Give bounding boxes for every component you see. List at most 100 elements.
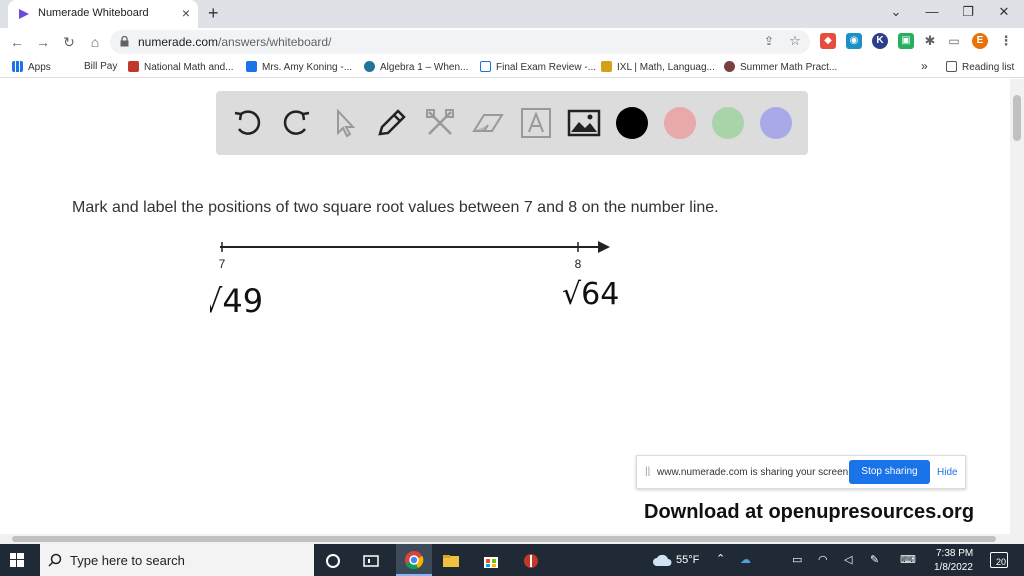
- undo-icon[interactable]: [230, 105, 266, 141]
- reading-list-button[interactable]: Reading list: [946, 61, 1014, 73]
- keyboard-icon[interactable]: ⌨: [900, 553, 916, 566]
- clock-date[interactable]: 1/8/2022: [934, 562, 973, 573]
- browser-title-bar: Numerade Whiteboard × + ⌄ — ❐ ✕: [0, 0, 1024, 28]
- drag-handle-icon[interactable]: ||: [645, 466, 650, 477]
- extension-k-icon[interactable]: K: [872, 33, 888, 49]
- address-bar[interactable]: numerade.com/answers/whiteboard/ ⇪ ☆: [110, 30, 810, 54]
- bookmark-summer-math[interactable]: Summer Math Pract...: [724, 61, 837, 73]
- vertical-scroll-thumb[interactable]: [1013, 95, 1021, 141]
- app-pinned-icon[interactable]: [522, 552, 540, 570]
- bookmarks-bar: Apps Bill Pay National Math and... Mrs. …: [0, 56, 1024, 78]
- window-close-icon[interactable]: ✕: [994, 4, 1014, 20]
- menu-kebab-icon[interactable]: ⋮: [998, 33, 1014, 49]
- extensions-puzzle-icon[interactable]: ✱: [922, 33, 938, 49]
- weather-cloud-icon[interactable]: [652, 553, 672, 567]
- horizontal-scroll-thumb[interactable]: [12, 536, 996, 542]
- bookmark-star-icon[interactable]: ☆: [786, 33, 804, 49]
- notifications-button[interactable]: 20: [990, 552, 1008, 568]
- tools-icon[interactable]: [422, 105, 458, 141]
- tick-label-8: 8: [575, 257, 582, 271]
- calendar-icon: [246, 61, 257, 72]
- bookmark-amy-koning[interactable]: Mrs. Amy Koning -...: [246, 61, 352, 73]
- battery-icon[interactable]: ▭: [792, 553, 802, 566]
- hide-button[interactable]: Hide: [937, 467, 958, 478]
- restore-icon[interactable]: ❐: [958, 4, 978, 20]
- reading-list-icon: [946, 61, 957, 72]
- onedrive-icon[interactable]: ☁: [740, 553, 751, 566]
- tab-search-icon[interactable]: ⌄: [886, 4, 906, 20]
- color-pink-swatch[interactable]: [664, 107, 696, 139]
- question-text: Mark and label the positions of two squa…: [72, 199, 719, 216]
- tab-close-icon[interactable]: ×: [182, 5, 190, 21]
- whiteboard-page[interactable]: Mark and label the positions of two squa…: [0, 79, 1010, 534]
- store-icon[interactable]: [482, 552, 500, 570]
- tick-label-7: 7: [219, 257, 226, 271]
- tab-title: Numerade Whiteboard: [38, 7, 149, 19]
- bookmark-algebra-1[interactable]: Algebra 1 – When...: [364, 61, 468, 73]
- tray-chevron-icon[interactable]: ⌃: [716, 552, 725, 565]
- lock-icon: [120, 36, 129, 47]
- apps-grid-icon: [12, 61, 23, 72]
- minimize-icon[interactable]: —: [922, 4, 942, 19]
- ixl-icon: [601, 61, 612, 72]
- back-arrow-icon[interactable]: ←: [8, 34, 26, 50]
- handwritten-sqrt-64: √64: [562, 277, 619, 312]
- search-icon: [48, 553, 62, 567]
- chrome-icon: [405, 551, 424, 570]
- clock-time[interactable]: 7:38 PM: [936, 548, 973, 559]
- download-banner: Download at openupresources.org: [644, 501, 975, 523]
- browser-tab[interactable]: Numerade Whiteboard ×: [8, 0, 198, 28]
- redo-icon[interactable]: [278, 105, 314, 141]
- pen-icon[interactable]: [374, 105, 410, 141]
- extension-green-icon[interactable]: ▣: [898, 33, 914, 49]
- text-tool-icon[interactable]: [518, 105, 554, 141]
- forward-arrow-icon[interactable]: →: [34, 34, 52, 50]
- bookmark-apps[interactable]: Apps: [12, 61, 51, 73]
- color-green-swatch[interactable]: [712, 107, 744, 139]
- task-view-icon[interactable]: [362, 552, 380, 570]
- bookmark-final-exam[interactable]: Final Exam Review -...: [480, 61, 596, 73]
- cortana-icon[interactable]: [324, 552, 342, 570]
- stop-sharing-button[interactable]: Stop sharing: [849, 460, 930, 484]
- browser-toolbar: ← → ↻ ⌂ numerade.com/answers/whiteboard/…: [0, 28, 1024, 56]
- numerade-favicon-icon: [19, 9, 29, 19]
- taskbar-search-box[interactable]: Type here to search: [40, 544, 314, 576]
- volume-icon[interactable]: ◁: [844, 553, 852, 566]
- number-line-arrow-icon: [598, 241, 610, 253]
- wordpress-icon: [364, 61, 375, 72]
- cast-icon[interactable]: ▭: [946, 33, 962, 49]
- color-lavender-swatch[interactable]: [760, 107, 792, 139]
- handwritten-sqrt-49: √49: [210, 282, 263, 320]
- new-tab-button[interactable]: +: [208, 3, 219, 24]
- bookmark-national-math[interactable]: National Math and...: [128, 61, 234, 73]
- horizontal-scrollbar[interactable]: [0, 534, 1024, 544]
- pointer-icon[interactable]: [326, 105, 362, 141]
- extension-red-icon[interactable]: ◆: [820, 33, 836, 49]
- home-icon[interactable]: ⌂: [86, 34, 104, 50]
- bookmark-bill-pay[interactable]: Bill Pay: [84, 61, 117, 72]
- eraser-icon[interactable]: [470, 105, 506, 141]
- color-black-swatch[interactable]: [616, 107, 648, 139]
- pen-workspace-icon[interactable]: ✎: [870, 553, 879, 566]
- bookmarks-overflow-icon[interactable]: »: [921, 59, 928, 73]
- number-line: 7 8 √49 √64: [210, 241, 619, 320]
- profile-avatar[interactable]: E: [972, 33, 988, 49]
- chrome-taskbar-button[interactable]: [396, 544, 432, 576]
- share-icon[interactable]: ⇪: [760, 34, 778, 48]
- reload-icon[interactable]: ↻: [60, 34, 78, 51]
- share-message: www.numerade.com is sharing your screen.: [657, 467, 851, 478]
- wifi-icon[interactable]: ◠: [818, 553, 828, 566]
- vertical-scrollbar[interactable]: [1010, 79, 1024, 534]
- doc-icon: [480, 61, 491, 72]
- whiteboard-toolbar: [216, 91, 808, 155]
- weather-temperature[interactable]: 55°F: [676, 554, 699, 566]
- windows-taskbar: Type here to search 55°F ⌃ ☁ ▭ ◠ ◁ ✎ ⌨ 7…: [0, 544, 1024, 576]
- file-explorer-icon[interactable]: [442, 552, 460, 570]
- screen-share-bar: || www.numerade.com is sharing your scre…: [636, 455, 966, 489]
- image-tool-icon[interactable]: [566, 105, 602, 141]
- taskbar-search-placeholder: Type here to search: [70, 553, 185, 568]
- extension-camera-icon[interactable]: ◉: [846, 33, 862, 49]
- circle-logo-icon: [724, 61, 735, 72]
- bookmark-ixl[interactable]: IXL | Math, Languag...: [601, 61, 715, 73]
- windows-start-icon[interactable]: [10, 553, 24, 567]
